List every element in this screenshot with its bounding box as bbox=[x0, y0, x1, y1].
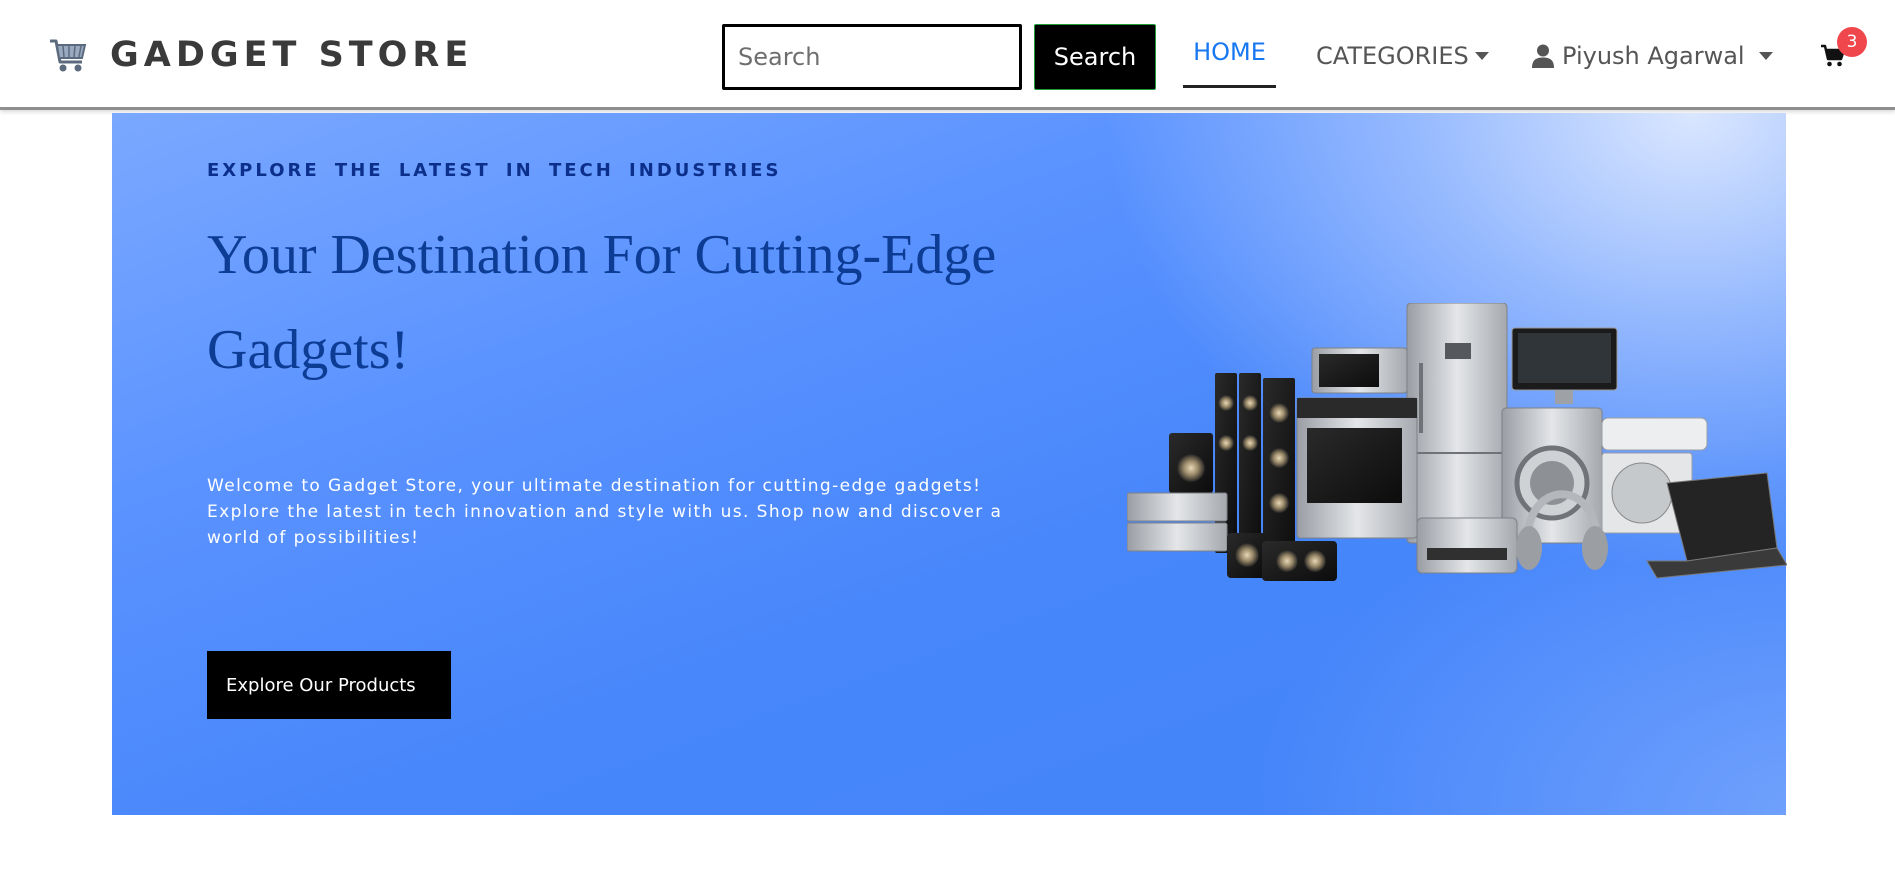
nav-link-home[interactable]: HOME bbox=[1183, 38, 1276, 88]
brand-name: GADGET STORE bbox=[110, 35, 474, 75]
search-input[interactable] bbox=[722, 24, 1022, 90]
search-button[interactable]: Search bbox=[1034, 24, 1156, 90]
categories-label: CATEGORIES bbox=[1316, 42, 1469, 70]
caret-down-icon bbox=[1474, 52, 1489, 60]
appliances-collage-image bbox=[1126, 302, 1788, 593]
shopping-cart-icon bbox=[48, 35, 88, 75]
top-navbar: GADGET STORE Search HOME CATEGORIES Piyu… bbox=[0, 0, 1895, 110]
user-name: Piyush Agarwal bbox=[1562, 42, 1745, 70]
hero-title: Your Destination For Cutting-Edge Gadget… bbox=[207, 224, 997, 381]
hero-description: Welcome to Gadget Store, your ultimate d… bbox=[207, 476, 1003, 548]
hero-banner: EXPLORE THE LATEST IN TECH INDUSTRIES Yo… bbox=[112, 113, 1788, 815]
user-menu-dropdown[interactable]: Piyush Agarwal bbox=[1532, 38, 1773, 74]
cart-count-badge: 3 bbox=[1837, 27, 1867, 57]
brand-logo[interactable]: GADGET STORE bbox=[48, 30, 473, 80]
explore-products-button[interactable]: Explore Our Products bbox=[207, 651, 451, 719]
nav-dropdown-categories[interactable]: CATEGORIES bbox=[1316, 38, 1489, 74]
hero-eyebrow: EXPLORE THE LATEST IN TECH INDUSTRIES bbox=[207, 160, 782, 181]
user-icon bbox=[1532, 43, 1554, 69]
caret-down-icon bbox=[1758, 52, 1773, 60]
